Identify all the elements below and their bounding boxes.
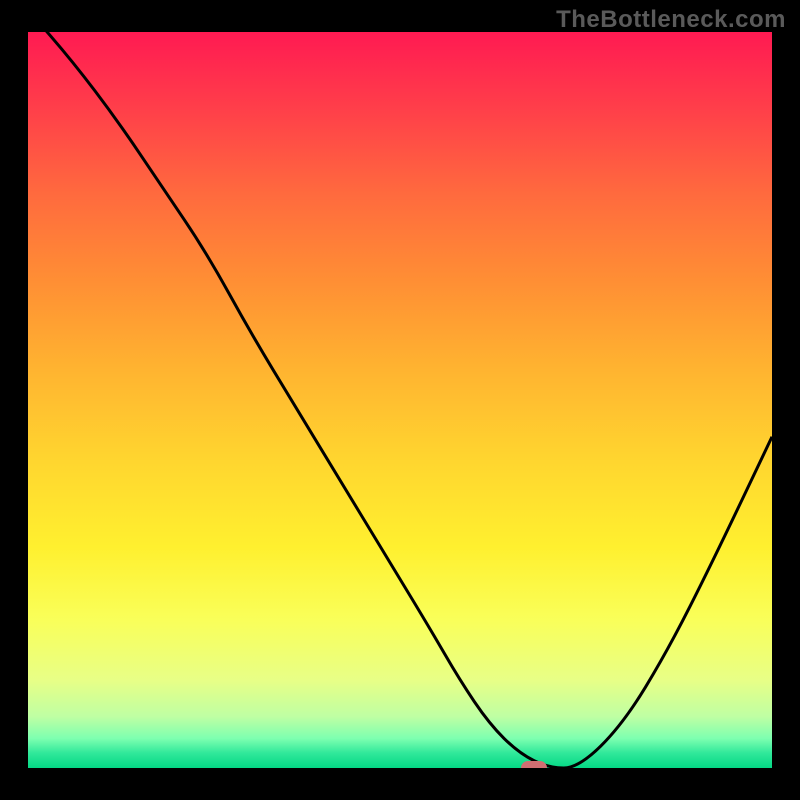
chart-frame: TheBottleneck.com [0,0,800,800]
optimal-point-marker [521,761,547,768]
bottleneck-curve [28,32,772,768]
watermark-label: TheBottleneck.com [556,6,786,34]
plot-area [28,32,772,768]
curve-path [28,32,772,768]
